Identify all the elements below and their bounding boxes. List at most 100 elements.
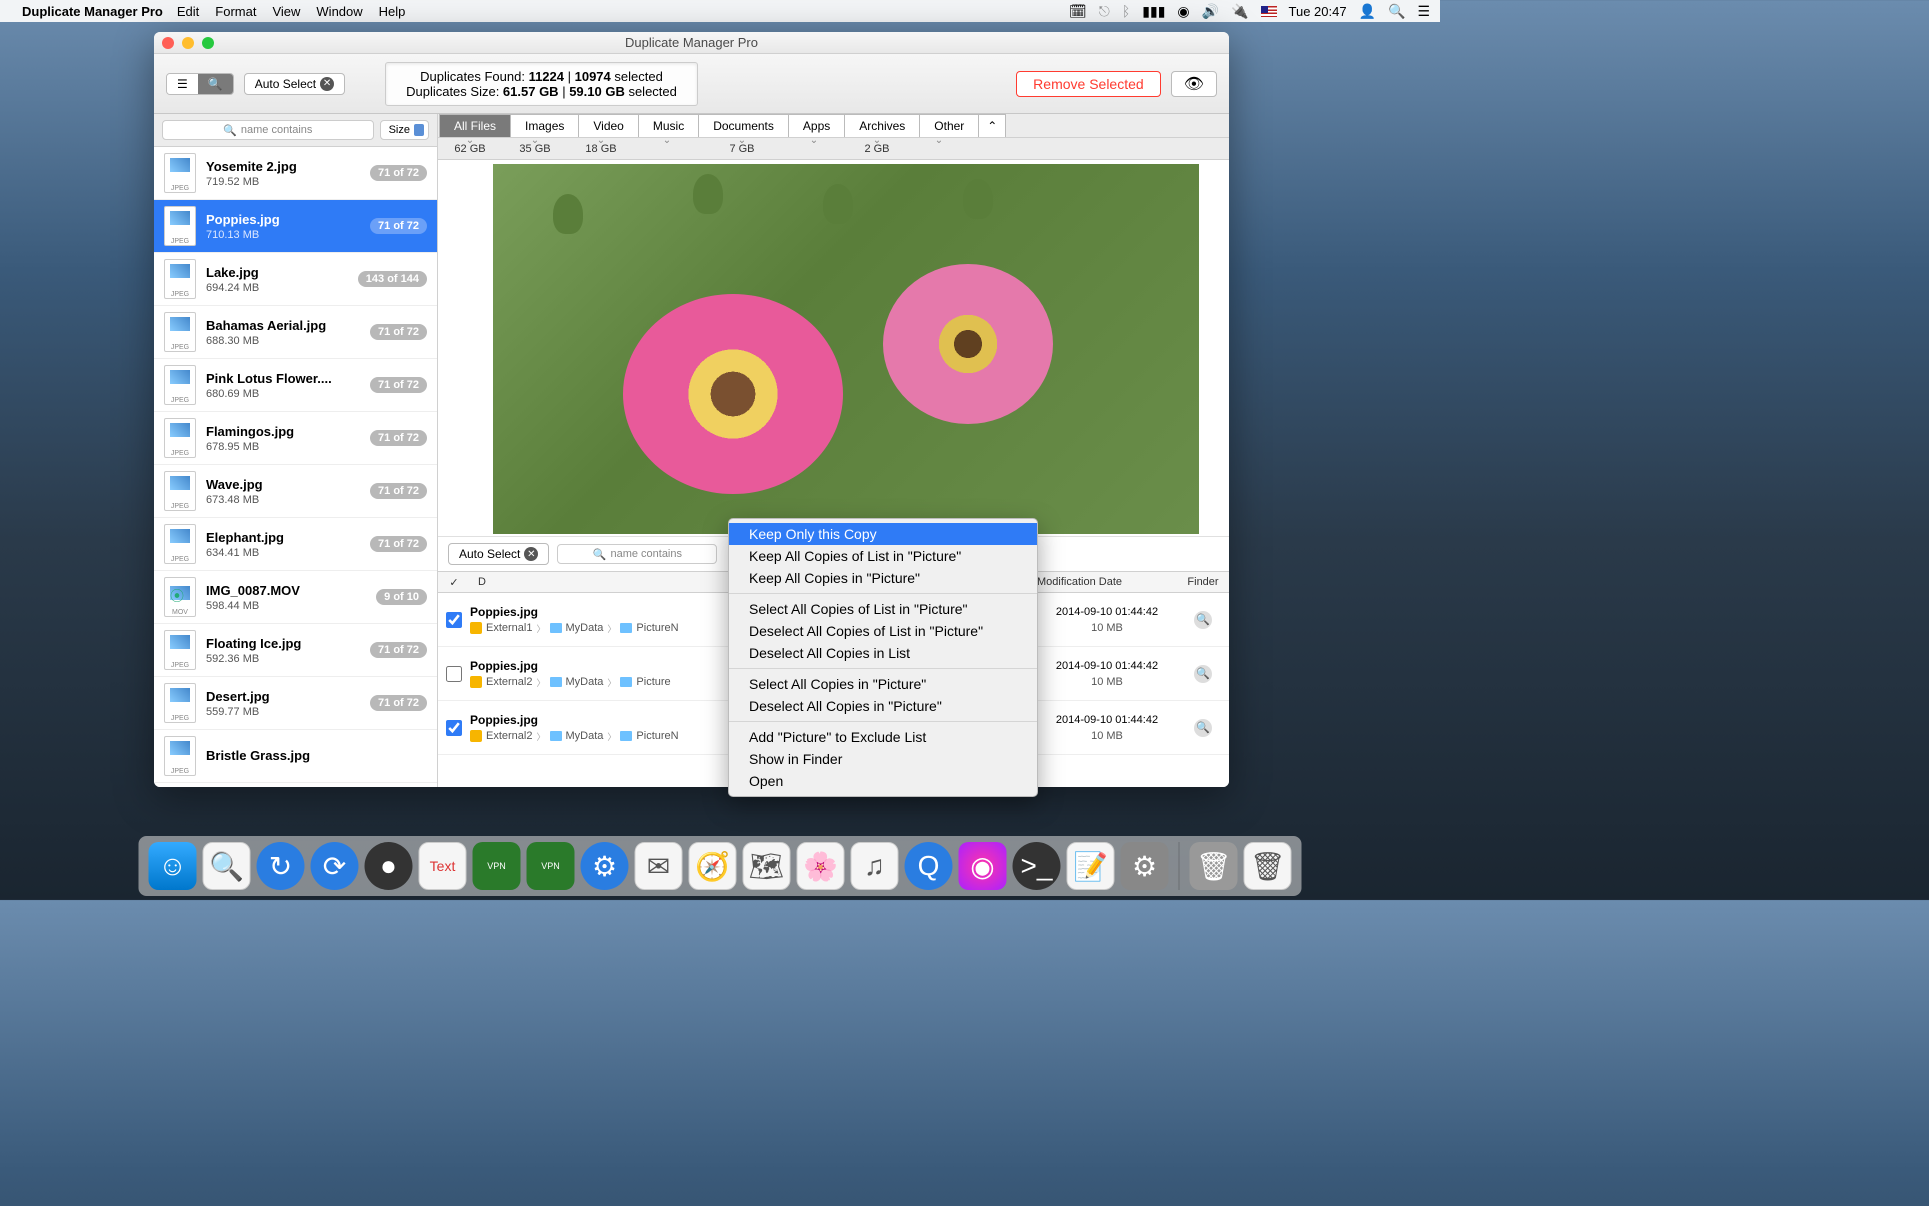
dock-music-icon[interactable]: ♫: [851, 842, 899, 890]
auto-select-button[interactable]: Auto Select ✕: [244, 73, 345, 95]
dock-photos-icon[interactable]: 🌸: [797, 842, 845, 890]
dock-terminal-icon[interactable]: >_: [1013, 842, 1061, 890]
file-item[interactable]: JPEG Elephant.jpg634.41 MB 71 of 72: [154, 518, 437, 571]
copies-search-input[interactable]: 🔍 name contains: [557, 544, 717, 564]
menu-format[interactable]: Format: [215, 4, 256, 19]
file-item[interactable]: JPEG Bristle Grass.jpg: [154, 730, 437, 783]
battery-icon[interactable]: ▮▮▮: [1142, 3, 1165, 20]
status-icon[interactable]: ⎋: [1099, 3, 1110, 20]
spotlight-icon[interactable]: 🔍: [1388, 3, 1405, 20]
bluetooth-icon[interactable]: ᛒ: [1122, 3, 1130, 19]
dock-vpn-icon[interactable]: VPN: [527, 842, 575, 890]
user-icon[interactable]: 👤: [1359, 3, 1376, 20]
menu-view[interactable]: View: [272, 4, 300, 19]
context-menu-item[interactable]: Keep Only this Copy: [729, 523, 1037, 545]
dock-preferences-icon[interactable]: ⚙: [1121, 842, 1169, 890]
selection-badge: 9 of 10: [376, 589, 427, 605]
context-menu-item[interactable]: Select All Copies of List in "Picture": [729, 598, 1037, 620]
context-menu-item[interactable]: Deselect All Copies in List: [729, 642, 1037, 664]
reveal-in-finder-icon[interactable]: 🔍: [1194, 665, 1212, 683]
column-finder[interactable]: Finder: [1177, 576, 1229, 588]
reveal-in-finder-icon[interactable]: 🔍: [1194, 611, 1212, 629]
category-tab[interactable]: Music: [638, 114, 699, 137]
category-tab[interactable]: Apps: [788, 114, 845, 137]
file-item[interactable]: JPEG Yosemite 2.jpg719.52 MB 71 of 72: [154, 147, 437, 200]
file-list[interactable]: JPEG Yosemite 2.jpg719.52 MB 71 of 72JPE…: [154, 147, 437, 787]
file-item[interactable]: JPEG Floating Ice.jpg592.36 MB 71 of 72: [154, 624, 437, 677]
dock-app-icon[interactable]: ↻: [257, 842, 305, 890]
copy-checkbox[interactable]: [446, 666, 462, 682]
dock-app-icon[interactable]: ⟳: [311, 842, 359, 890]
file-size: 634.41 MB: [206, 547, 360, 559]
app-menu[interactable]: Duplicate Manager Pro: [22, 4, 163, 19]
dock-quicktime-icon[interactable]: Q: [905, 842, 953, 890]
preview-toggle-button[interactable]: 👁: [1171, 71, 1217, 97]
file-item[interactable]: JPEG Wave.jpg673.48 MB 71 of 72: [154, 465, 437, 518]
clock[interactable]: Tue 20:47: [1289, 4, 1347, 19]
menu-edit[interactable]: Edit: [177, 4, 199, 19]
file-item[interactable]: JPEG Bahamas Aerial.jpg688.30 MB 71 of 7…: [154, 306, 437, 359]
menu-help[interactable]: Help: [379, 4, 406, 19]
context-menu-item[interactable]: Deselect All Copies of List in "Picture": [729, 620, 1037, 642]
sidebar-search-input[interactable]: 🔍 name contains: [162, 120, 374, 140]
volume-icon[interactable]: 🔊: [1202, 3, 1219, 20]
menu-window[interactable]: Window: [316, 4, 362, 19]
dock-trash-icon[interactable]: 🗑: [1190, 842, 1238, 890]
dock-safari-icon[interactable]: 🧭: [689, 842, 737, 890]
context-menu-item[interactable]: Deselect All Copies in "Picture": [729, 695, 1037, 717]
dock-app-icon[interactable]: ●: [365, 842, 413, 890]
wifi-icon[interactable]: ◉: [1177, 3, 1189, 20]
dock-trash-icon[interactable]: 🗑: [1244, 842, 1292, 890]
window-zoom-button[interactable]: [202, 37, 214, 49]
copy-checkbox[interactable]: [446, 612, 462, 628]
view-mode-segmented[interactable]: ☰ 🔍: [166, 73, 234, 95]
grid-view-icon[interactable]: 🔍: [198, 74, 233, 94]
category-tab[interactable]: Images: [510, 114, 579, 137]
category-tab[interactable]: Archives: [844, 114, 920, 137]
column-modification[interactable]: Modification Date: [1037, 576, 1177, 588]
context-menu-item[interactable]: Show in Finder: [729, 748, 1037, 770]
category-tab[interactable]: Other: [919, 114, 979, 137]
context-menu-item[interactable]: Keep All Copies of List in "Picture": [729, 545, 1037, 567]
input-source-icon[interactable]: [1261, 6, 1277, 17]
dock-siri-icon[interactable]: ◉: [959, 842, 1007, 890]
file-item[interactable]: JPEG Pink Lotus Flower....680.69 MB 71 o…: [154, 359, 437, 412]
clear-icon[interactable]: ✕: [320, 77, 334, 91]
file-name: Pink Lotus Flower....: [206, 371, 360, 386]
file-item[interactable]: MOV IMG_0087.MOV598.44 MB 9 of 10: [154, 571, 437, 624]
notification-center-icon[interactable]: ☰: [1417, 3, 1430, 20]
dock-app-icon[interactable]: 🔍: [203, 842, 251, 890]
dock-maps-icon[interactable]: 🗺: [743, 842, 791, 890]
category-tab[interactable]: Documents: [698, 114, 789, 137]
remove-selected-button[interactable]: Remove Selected: [1016, 71, 1161, 97]
dock-app-icon[interactable]: ⚙: [581, 842, 629, 890]
column-checkbox[interactable]: ✓: [438, 576, 470, 589]
collapse-button[interactable]: ⌃: [978, 114, 1006, 137]
dock-app-icon[interactable]: Text: [419, 842, 467, 890]
list-view-icon[interactable]: ☰: [167, 74, 198, 94]
clear-icon[interactable]: ✕: [524, 547, 538, 561]
dock-mail-icon[interactable]: ✉: [635, 842, 683, 890]
category-tab[interactable]: All Files: [439, 114, 511, 137]
file-item[interactable]: JPEG Desert.jpg559.77 MB 71 of 72: [154, 677, 437, 730]
power-icon[interactable]: 🔌: [1231, 3, 1248, 20]
file-item[interactable]: JPEG Flamingos.jpg678.95 MB 71 of 72: [154, 412, 437, 465]
copies-auto-select-button[interactable]: Auto Select✕: [448, 543, 549, 565]
window-minimize-button[interactable]: [182, 37, 194, 49]
context-menu-item[interactable]: Select All Copies in "Picture": [729, 673, 1037, 695]
dock-finder-icon[interactable]: ☺: [149, 842, 197, 890]
reveal-in-finder-icon[interactable]: 🔍: [1194, 719, 1212, 737]
dock-notes-icon[interactable]: 📝: [1067, 842, 1115, 890]
category-tab[interactable]: Video: [578, 114, 638, 137]
file-item[interactable]: JPEG Poppies.jpg710.13 MB 71 of 72: [154, 200, 437, 253]
file-item[interactable]: JPEG Lake.jpg694.24 MB 143 of 144: [154, 253, 437, 306]
context-menu-item[interactable]: Open: [729, 770, 1037, 792]
context-menu-item[interactable]: Add "Picture" to Exclude List: [729, 726, 1037, 748]
calendar-menu-icon[interactable]: 🗓: [1069, 3, 1087, 20]
selection-badge: 71 of 72: [370, 642, 427, 658]
dock-vpn-icon[interactable]: VPN: [473, 842, 521, 890]
sort-select[interactable]: Size: [380, 120, 429, 140]
copy-checkbox[interactable]: [446, 720, 462, 736]
window-close-button[interactable]: [162, 37, 174, 49]
context-menu-item[interactable]: Keep All Copies in "Picture": [729, 567, 1037, 589]
